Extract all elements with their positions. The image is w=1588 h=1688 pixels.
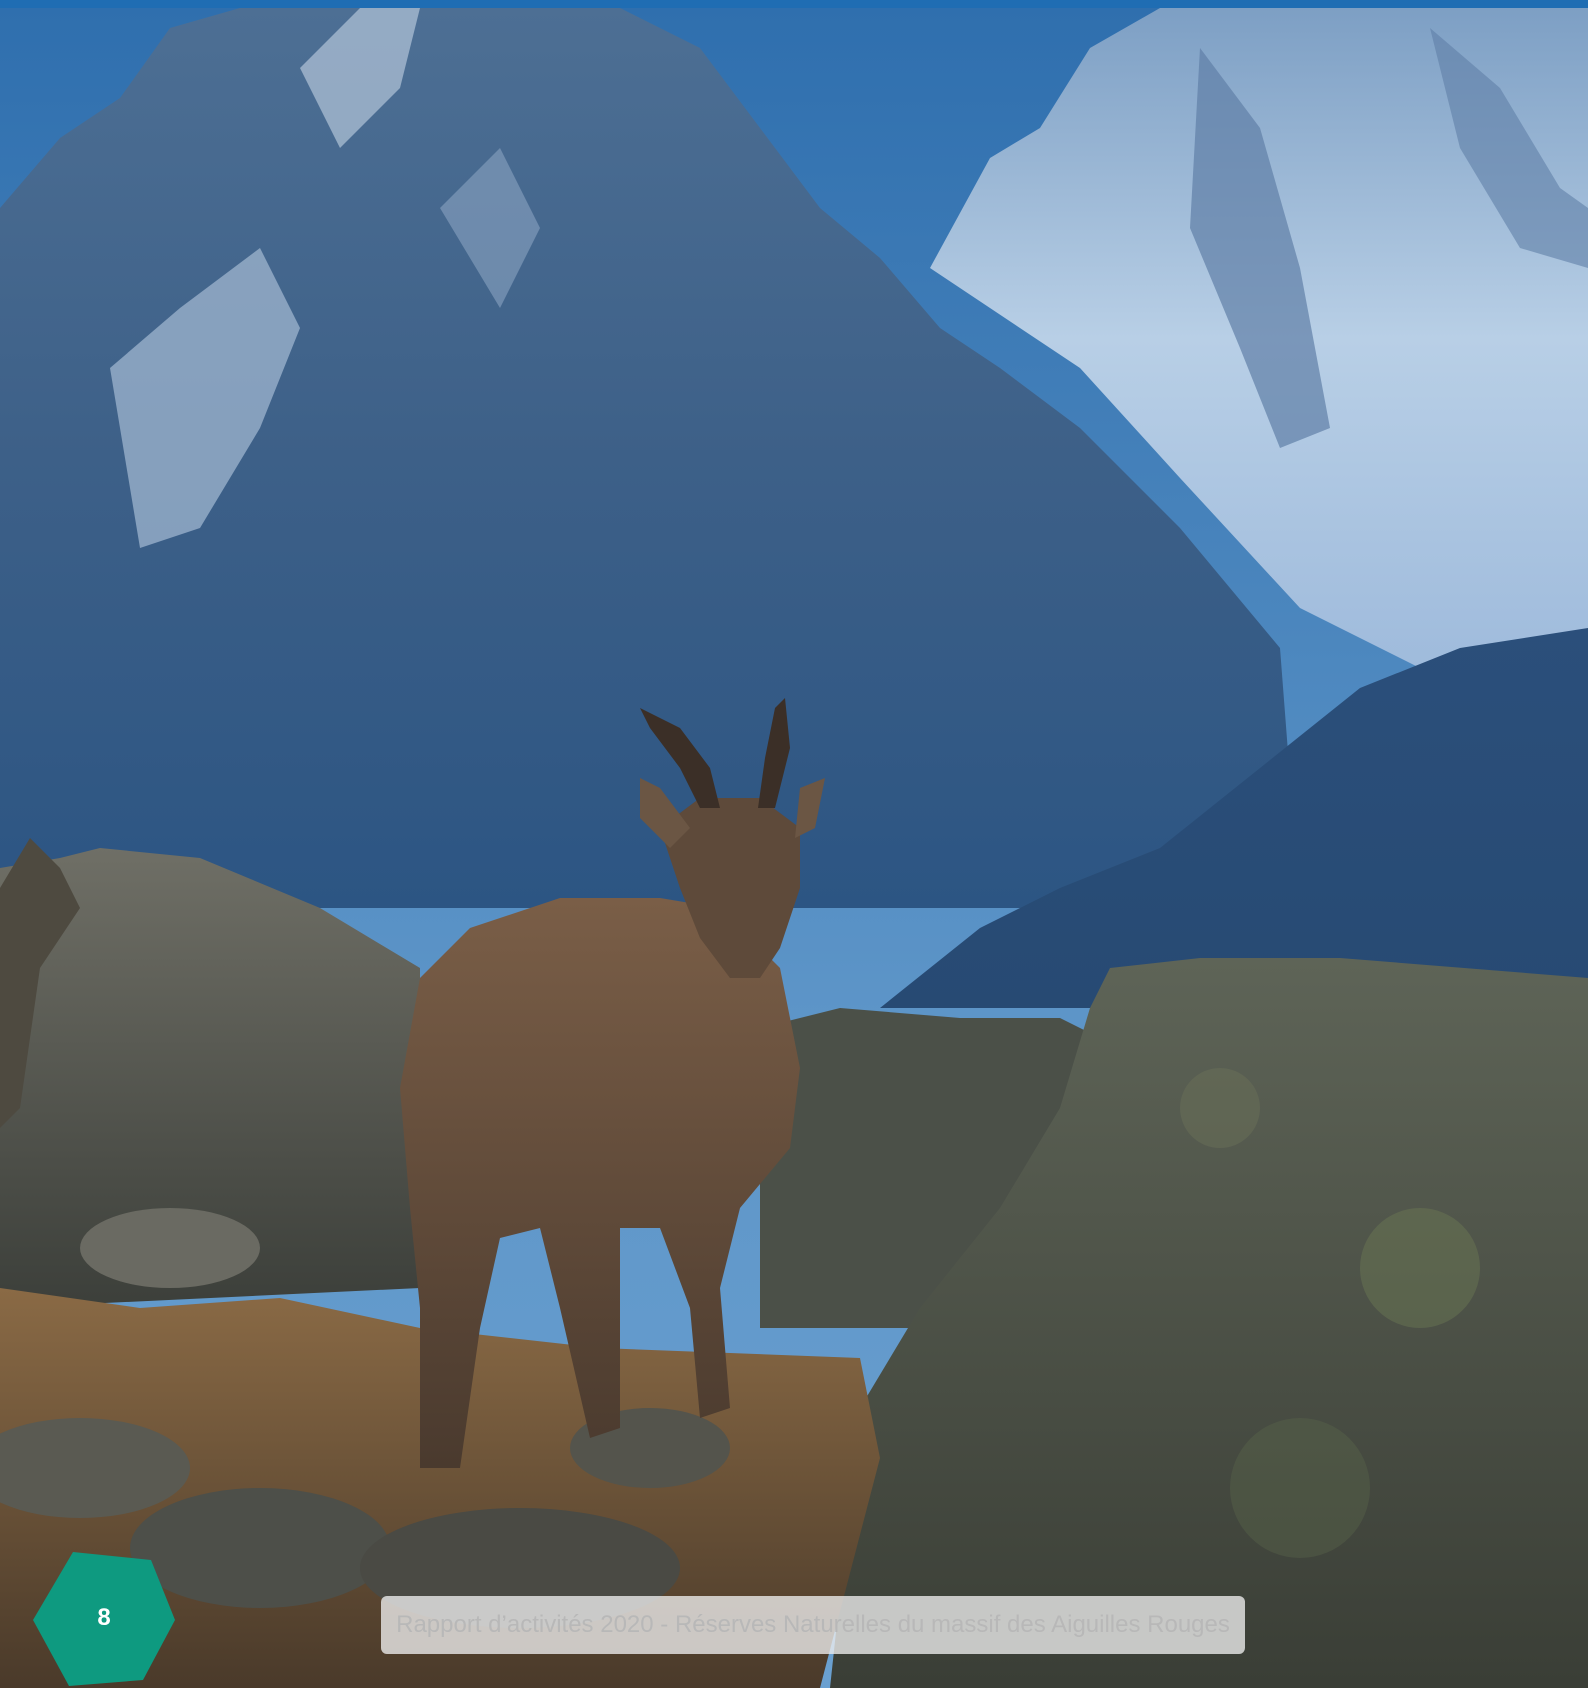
page-number-badge: 8 bbox=[33, 1550, 175, 1686]
top-color-bar bbox=[0, 0, 1588, 8]
page-number: 8 bbox=[97, 1604, 111, 1631]
footer-text: Rapport d’activités 2020 - Réserves Natu… bbox=[396, 1611, 1230, 1638]
report-page: 8 Rapport d’activités 2020 - Réserves Na… bbox=[0, 0, 1588, 1688]
photo-illustration bbox=[0, 8, 1588, 1688]
footer-banner: Rapport d’activités 2020 - Réserves Natu… bbox=[381, 1596, 1245, 1654]
ibex-photo bbox=[0, 8, 1588, 1688]
